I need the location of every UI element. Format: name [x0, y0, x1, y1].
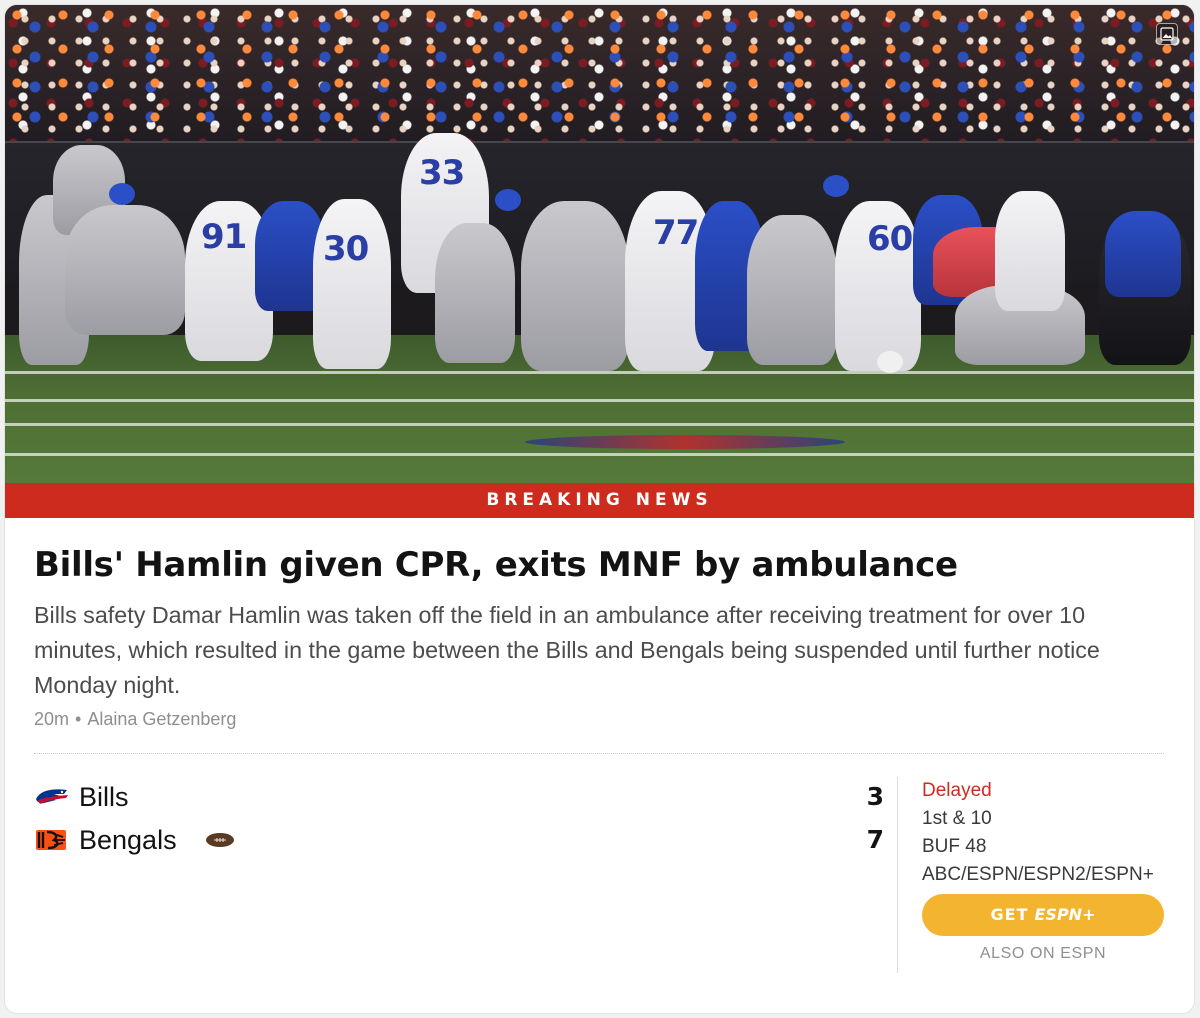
- team-name: Bills: [79, 782, 129, 812]
- team-name: Bengals: [79, 825, 177, 855]
- trainer-figure: [521, 201, 629, 371]
- helmet-icon: [495, 189, 521, 211]
- yard-line: [5, 453, 1194, 456]
- yard-line: [5, 423, 1194, 426]
- staff-figure: [747, 215, 837, 365]
- article-summary: Bills safety Damar Hamlin was taken off …: [34, 602, 1100, 698]
- broadcast-networks: ABC/ESPN/ESPN2/ESPN+: [922, 864, 1154, 885]
- helmet-icon: [877, 351, 903, 373]
- section-divider: [34, 753, 1164, 754]
- get-espn-plus-button[interactable]: GET ESPN+: [922, 894, 1164, 936]
- article-byline: 20m • Alaina Getzenberg: [34, 706, 236, 732]
- image-gallery-icon[interactable]: [1156, 23, 1178, 45]
- player-figure: [313, 199, 391, 369]
- timestamp: 20m: [34, 709, 70, 729]
- football-possession-icon: [206, 833, 234, 847]
- yard-line: [5, 399, 1194, 402]
- article-headline[interactable]: Bills' Hamlin given CPR, exits MNF by am…: [34, 542, 1164, 588]
- jersey-number: 91: [201, 217, 247, 257]
- team-score: 3: [866, 782, 884, 811]
- player-figure: [995, 191, 1065, 311]
- helmet-icon: [823, 175, 849, 197]
- espn-plus-logo-icon: ESPN+: [1034, 905, 1096, 924]
- yard-line: [5, 371, 1194, 374]
- jersey-number: 77: [653, 213, 699, 253]
- team-score: 7: [866, 825, 884, 854]
- team-row-bengals[interactable]: Bengals 7: [34, 820, 884, 860]
- staff-figure: [65, 205, 185, 335]
- trainer-figure: [435, 223, 515, 363]
- jersey-number: 33: [419, 153, 465, 193]
- cta-prefix: GET: [990, 905, 1029, 924]
- ball-position: BUF 48: [922, 836, 987, 857]
- midfield-logo: [525, 435, 845, 449]
- down-and-distance: 1st & 10: [922, 808, 992, 829]
- game-status-panel: Delayed 1st & 10 BUF 48 ABC/ESPN/ESPN2/E…: [922, 777, 1172, 889]
- bills-logo-icon: [36, 789, 68, 804]
- jersey-number: 30: [323, 229, 369, 269]
- author-name[interactable]: Alaina Getzenberg: [87, 709, 236, 729]
- bengals-logo-icon: [36, 830, 66, 850]
- byline-separator: •: [75, 709, 82, 729]
- news-card[interactable]: 33 91 30 77 60 BREAKING NEWS Bills' Haml…: [5, 5, 1194, 1013]
- stadium-crowd: [5, 5, 1194, 155]
- jersey-number: 60: [867, 219, 913, 259]
- helmet-icon: [109, 183, 135, 205]
- team-row-bills[interactable]: Bills 3: [34, 777, 884, 817]
- also-on-espn-link[interactable]: ALSO ON ESPN: [922, 943, 1164, 965]
- hero-photo[interactable]: 33 91 30 77 60: [5, 5, 1194, 483]
- breaking-news-banner: BREAKING NEWS: [5, 483, 1194, 518]
- scoreboard-divider: [897, 777, 898, 973]
- game-status: Delayed: [922, 780, 992, 801]
- staff-figure: [1105, 211, 1181, 297]
